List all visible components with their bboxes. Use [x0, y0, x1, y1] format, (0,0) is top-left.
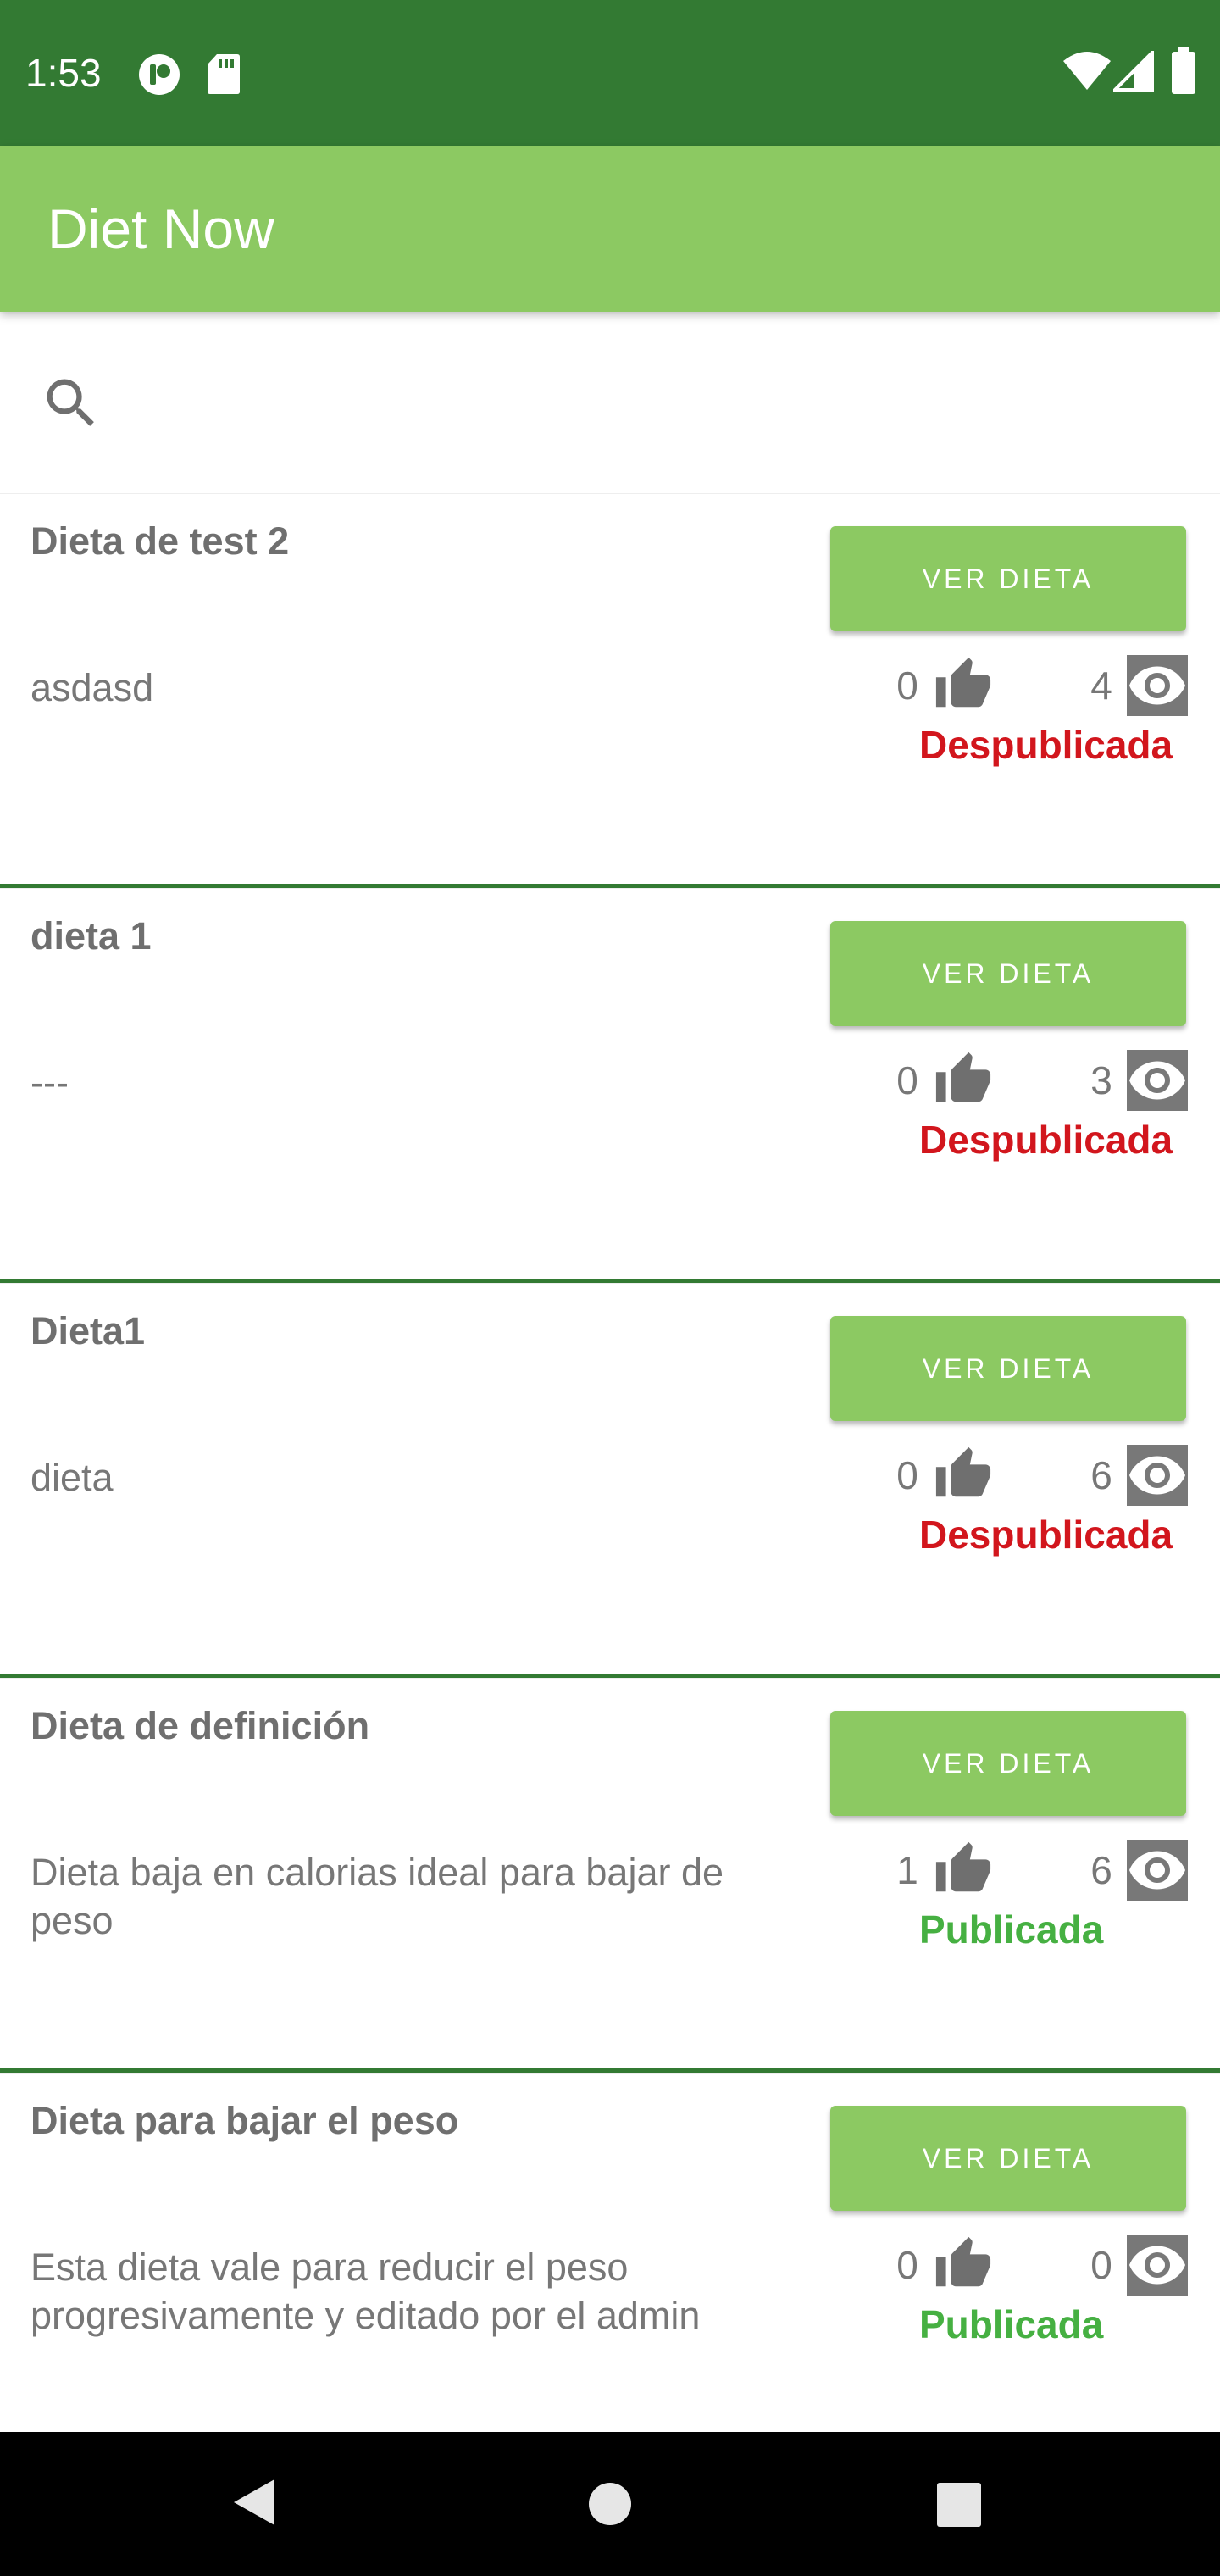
publish-status: Publicada [919, 2302, 1104, 2346]
likes-count: 1 [896, 1848, 918, 1892]
search-input[interactable] [119, 364, 1173, 442]
thumbs-up-icon[interactable] [934, 655, 993, 714]
publish-status: Despublicada [919, 723, 1173, 767]
views-count: 6 [1090, 1453, 1112, 1497]
battery-icon [1172, 47, 1195, 94]
thumbs-up-icon[interactable] [934, 1840, 993, 1899]
app-title: Diet Now [47, 197, 274, 260]
diet-description: --- [30, 1061, 69, 1104]
views-count: 4 [1090, 663, 1112, 708]
status-bar: 1:53 [0, 0, 1220, 146]
publish-status: Despublicada [919, 1118, 1173, 1162]
diet-card: Dieta de test 2 asdasd VER DIETA 0 4 Des… [0, 493, 1220, 888]
back-icon[interactable] [232, 2478, 276, 2527]
diet-card: dieta 1 --- VER DIETA 0 3 Despublicada [0, 888, 1220, 1283]
likes-count: 0 [896, 2243, 918, 2287]
diet-title: Dieta1 [30, 1309, 146, 1352]
diet-description: asdasd [30, 666, 154, 709]
eye-icon [1127, 1445, 1188, 1506]
diet-card: Dieta de definición Dieta baja en calori… [0, 1678, 1220, 2073]
thumbs-up-icon[interactable] [934, 1445, 993, 1504]
view-diet-button[interactable]: VER DIETA [830, 1711, 1186, 1816]
search-icon[interactable] [39, 371, 103, 436]
status-time: 1:53 [25, 51, 102, 95]
recents-icon[interactable] [937, 2483, 981, 2527]
diet-title: Dieta para bajar el peso [30, 2099, 459, 2142]
eye-icon [1127, 1050, 1188, 1111]
cell-signal-icon [1113, 51, 1154, 92]
eye-icon [1127, 655, 1188, 716]
thumbs-up-icon[interactable] [934, 2235, 993, 2294]
diet-description: dieta [30, 1456, 114, 1499]
diet-title: dieta 1 [30, 914, 152, 958]
diet-title: Dieta de definición [30, 1704, 370, 1747]
likes-count: 0 [896, 1058, 918, 1102]
diet-title: Dieta de test 2 [30, 519, 290, 563]
navigation-bar [0, 2432, 1220, 2576]
publish-status: Publicada [919, 1907, 1104, 1951]
likes-count: 0 [896, 1453, 918, 1497]
views-count: 6 [1090, 1848, 1112, 1892]
views-count: 0 [1090, 2243, 1112, 2287]
views-count: 3 [1090, 1058, 1112, 1102]
eye-icon [1127, 1840, 1188, 1901]
view-diet-button[interactable]: VER DIETA [830, 1316, 1186, 1421]
diet-card: Dieta1 dieta VER DIETA 0 6 Despublicada [0, 1283, 1220, 1678]
view-diet-button[interactable]: VER DIETA [830, 921, 1186, 1026]
home-icon[interactable] [587, 2481, 633, 2527]
wifi-icon [1063, 52, 1111, 90]
likes-count: 0 [896, 663, 918, 708]
eye-icon [1127, 2235, 1188, 2296]
diet-description: Dieta baja en calorias ideal para bajar … [30, 1851, 724, 1942]
sd-card-icon [208, 54, 240, 94]
diet-card: Dieta para bajar el peso Esta dieta vale… [0, 2073, 1220, 2432]
diet-description: Esta dieta vale para reducir el peso pro… [30, 2246, 701, 2337]
notification-app-icon [139, 54, 180, 95]
publish-status: Despublicada [919, 1513, 1173, 1557]
app-bar: Diet Now [0, 146, 1220, 312]
view-diet-button[interactable]: VER DIETA [830, 2106, 1186, 2211]
thumbs-up-icon[interactable] [934, 1050, 993, 1109]
view-diet-button[interactable]: VER DIETA [830, 526, 1186, 631]
